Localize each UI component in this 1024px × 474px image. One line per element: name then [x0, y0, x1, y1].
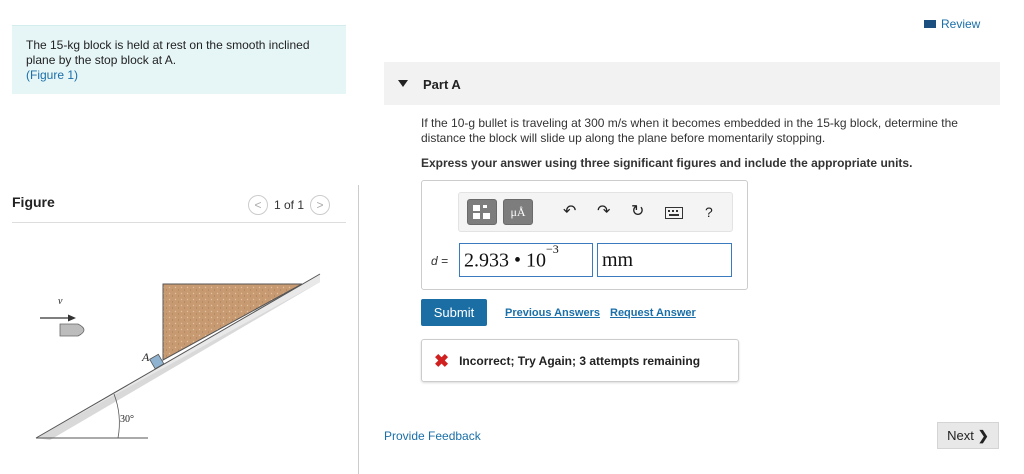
equation-toolbar: μÅ ↶ ↷ ↻ ? — [458, 192, 733, 232]
templates-icon — [473, 205, 490, 219]
angle-label: 30° — [120, 414, 134, 425]
value-mantissa: 2.933 • 10 — [464, 249, 547, 272]
keyboard-icon[interactable] — [665, 205, 683, 225]
chevron-right-icon: ❯ — [977, 427, 989, 443]
next-button[interactable]: Next ❯ — [937, 422, 999, 449]
chevron-left-icon: < — [254, 198, 262, 212]
next-label: Next — [947, 428, 974, 443]
reset-icon[interactable]: ↻ — [631, 202, 644, 222]
review-icon — [924, 20, 936, 28]
redo-icon[interactable]: ↷ — [597, 202, 610, 222]
error-x-icon: ✖ — [434, 350, 450, 371]
caret-down-icon[interactable] — [398, 80, 408, 87]
question-text: If the 10-g bullet is traveling at 300 m… — [421, 116, 958, 145]
templates-button[interactable] — [467, 199, 497, 225]
unit-input[interactable]: mm — [597, 243, 732, 277]
stop-label: A — [141, 350, 150, 364]
figure-link[interactable]: (Figure 1) — [26, 68, 332, 83]
feedback-message: ✖ Incorrect; Try Again; 3 attempts remai… — [421, 339, 739, 382]
chevron-right-icon: > — [316, 198, 324, 212]
value-exponent: −3 — [546, 242, 559, 256]
problem-statement: The 15-kg block is held at rest on the s… — [12, 25, 346, 94]
submit-button[interactable]: Submit — [421, 299, 487, 326]
undo-icon[interactable]: ↶ — [563, 202, 576, 222]
part-label: Part A — [423, 77, 461, 92]
figure-page-indicator: 1 of 1 — [274, 198, 305, 212]
units-button[interactable]: μÅ — [503, 199, 533, 225]
prev-figure-button[interactable]: < — [248, 195, 268, 215]
problem-line-1: The 15-kg block is held at rest on the s… — [26, 38, 310, 52]
previous-answers-link[interactable]: Previous Answers — [505, 307, 600, 319]
bullet — [59, 323, 85, 337]
value-input[interactable]: 2.933 • 10−3 — [459, 242, 593, 277]
request-answer-link[interactable]: Request Answer — [610, 307, 696, 319]
column-divider — [358, 185, 359, 474]
figure-pager: < 1 of 1 > — [248, 194, 331, 216]
next-figure-button[interactable]: > — [310, 195, 331, 215]
figure-title: Figure — [12, 194, 55, 210]
help-button[interactable]: ? — [705, 202, 713, 222]
problem-line-2: plane by the stop block at A. — [26, 53, 177, 67]
block — [162, 283, 303, 361]
review-link[interactable]: Review — [924, 17, 980, 31]
review-label: Review — [941, 17, 981, 31]
part-a-header[interactable] — [384, 62, 1000, 105]
incline-figure: A 30° v — [35, 273, 321, 440]
answer-variable-label: d = — [431, 254, 449, 268]
provide-feedback-link[interactable]: Provide Feedback — [384, 429, 481, 443]
feedback-text: Incorrect; Try Again; 3 attempts remaini… — [459, 353, 701, 368]
figure-divider — [12, 222, 346, 223]
instruction-text: Express your answer using three signific… — [421, 156, 913, 170]
velocity-label: v — [58, 296, 63, 307]
